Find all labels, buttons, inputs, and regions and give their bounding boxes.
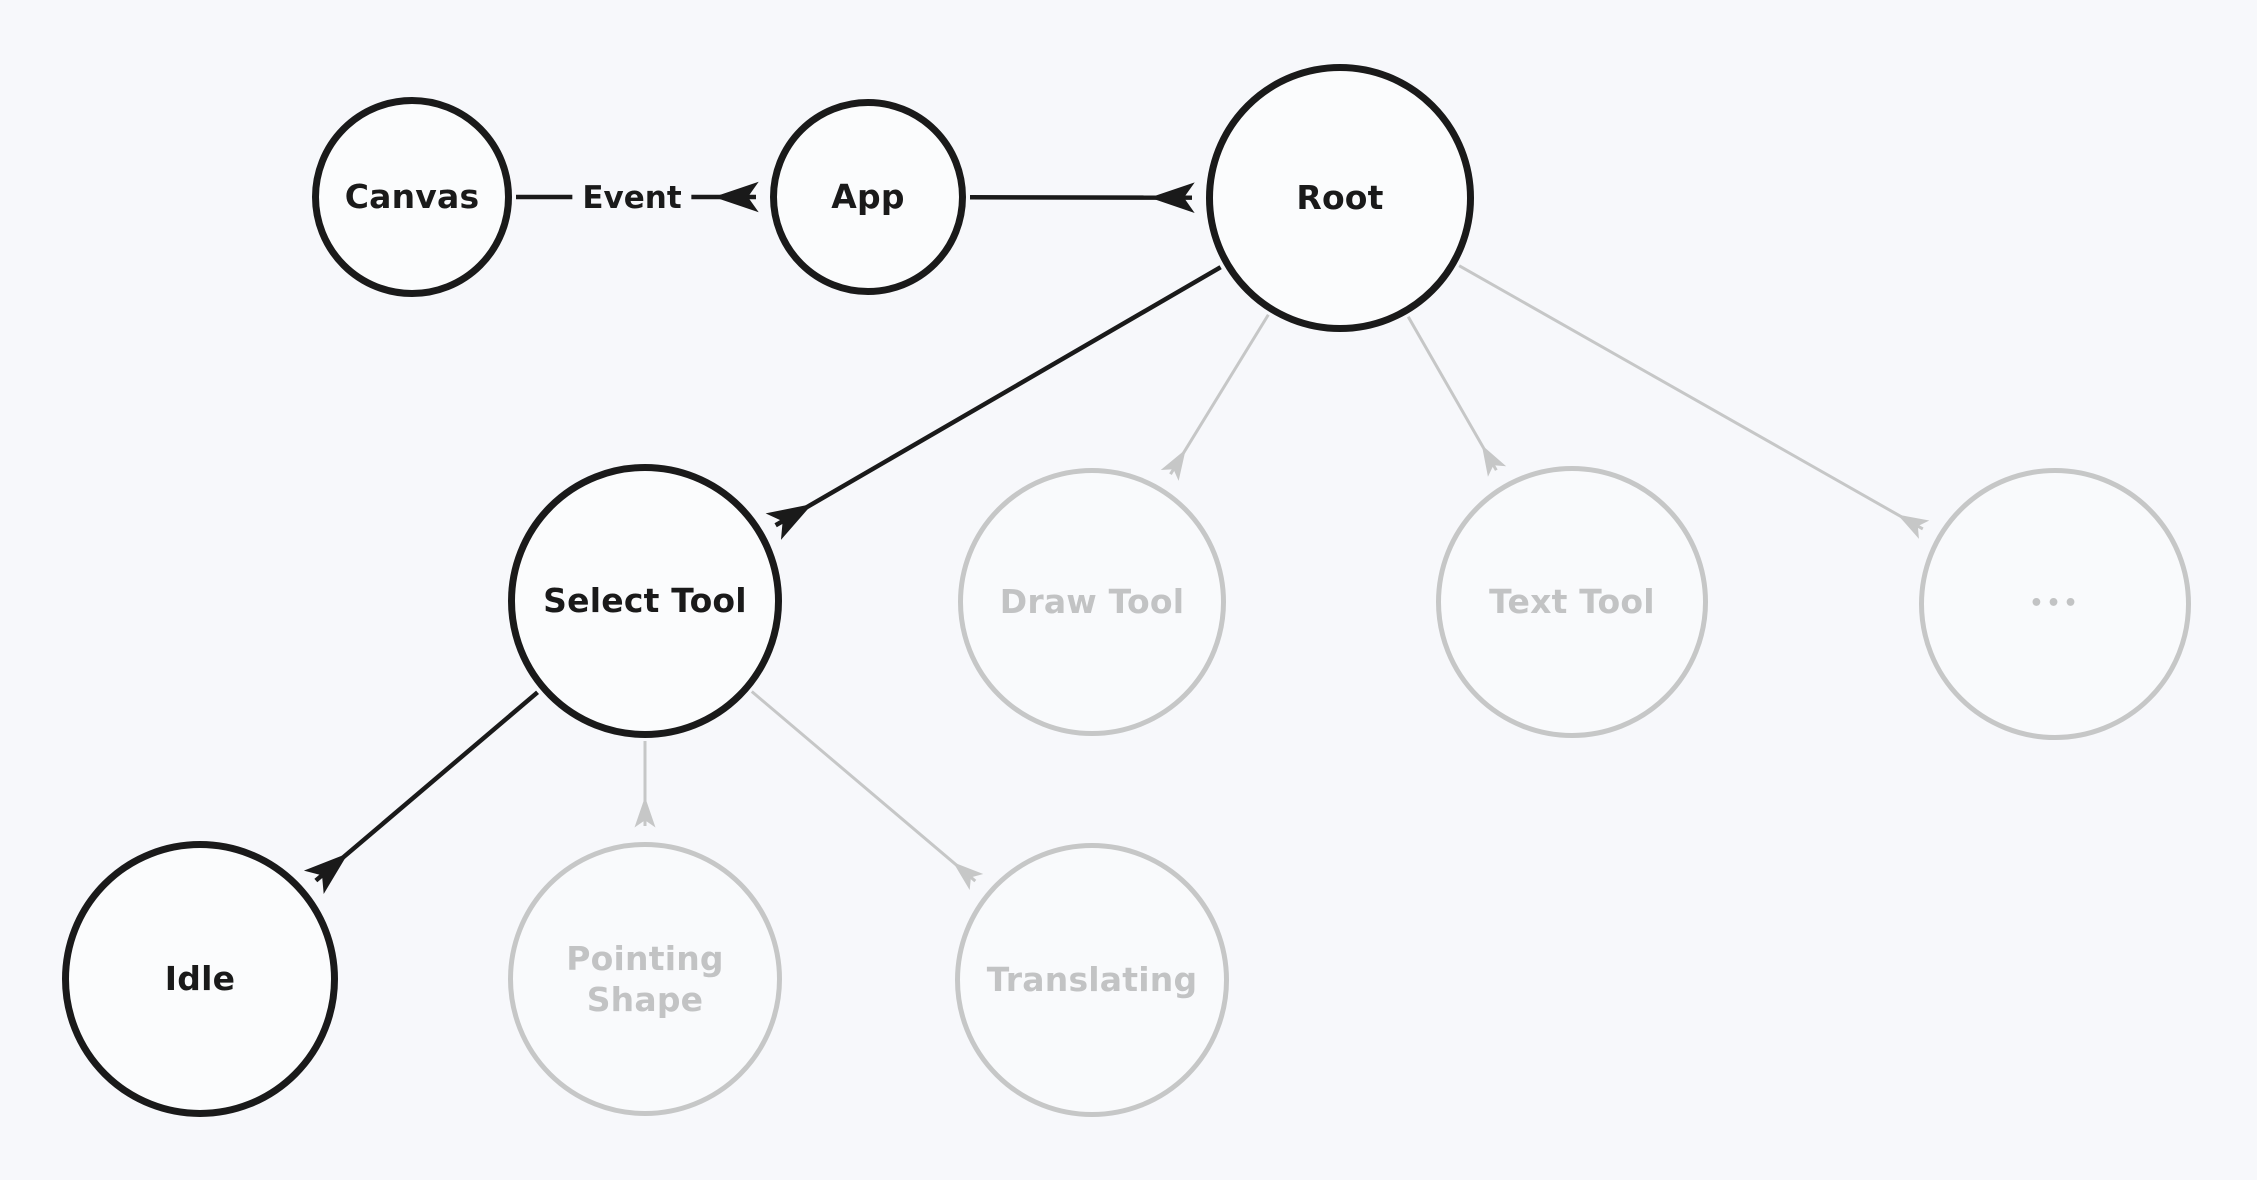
node-draw-tool[interactable]: Draw Tool [958, 468, 1226, 736]
edge-select-tool-idle [303, 690, 539, 895]
node-label-canvas: Canvas [344, 177, 480, 217]
edge-select-tool-translating [750, 690, 984, 891]
node-label-pointing-shape: Pointing Shape [566, 938, 724, 1019]
node-label-select-tool: Select Tool [543, 581, 747, 621]
node-translating[interactable]: Translating [955, 843, 1229, 1117]
node-idle[interactable]: Idle [62, 841, 338, 1117]
diagram-canvas: Canvas App Root Select Tool Draw Tool Text To… [0, 0, 2257, 1180]
node-canvas[interactable]: Canvas [312, 97, 512, 297]
node-label-root: Root [1296, 178, 1384, 218]
node-root[interactable]: Root [1206, 64, 1474, 332]
edge-root-text-tool [1406, 316, 1507, 477]
node-more[interactable]: ••• [1919, 468, 2191, 740]
node-pointing-shape[interactable]: Pointing Shape [508, 842, 782, 1116]
node-app[interactable]: App [770, 99, 966, 295]
node-text-tool[interactable]: Text Tool [1436, 466, 1708, 738]
edge-label-canvas-app: Event [572, 180, 692, 216]
edge-root-draw-tool [1160, 313, 1270, 481]
node-label-more: ••• [2029, 591, 2081, 617]
node-label-idle: Idle [164, 959, 236, 999]
node-label-app: App [831, 177, 905, 217]
node-select-tool[interactable]: Select Tool [508, 464, 782, 738]
node-label-text-tool: Text Tool [1489, 582, 1655, 622]
node-label-translating: Translating [986, 960, 1198, 1000]
node-label-draw-tool: Draw Tool [999, 582, 1185, 622]
